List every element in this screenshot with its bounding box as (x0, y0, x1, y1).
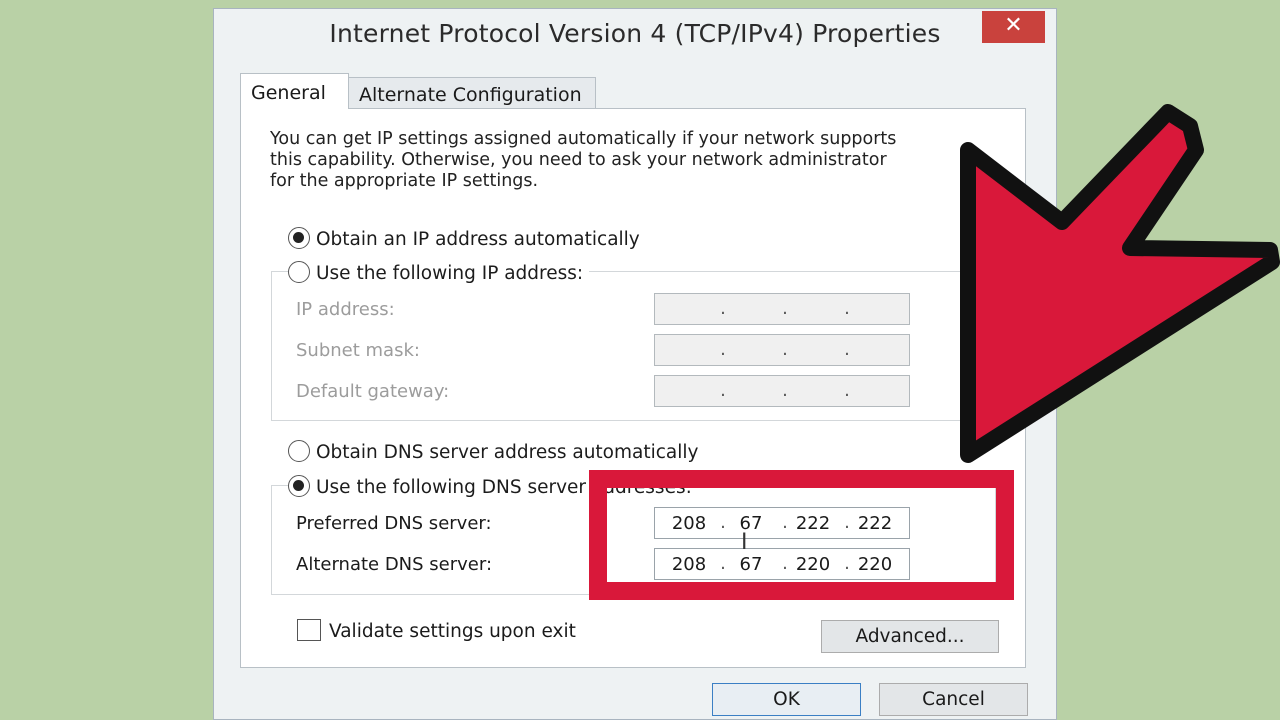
preferred-dns-label: Preferred DNS server: (296, 513, 492, 534)
ok-button[interactable]: OK (712, 683, 861, 716)
validate-settings-checkbox[interactable]: Validate settings upon exit (297, 619, 576, 642)
obtain-ip-auto-label: Obtain an IP address automatically (316, 229, 640, 250)
close-icon: ✕ (1004, 13, 1023, 38)
use-following-ip-label: Use the following IP address: (316, 263, 584, 284)
obtain-dns-auto-label: Obtain DNS server address automatically (316, 442, 699, 463)
use-following-ip-radio[interactable]: Use the following IP address: (288, 261, 590, 284)
ip-address-label: IP address: (296, 299, 395, 320)
close-button[interactable]: ✕ (982, 11, 1045, 43)
intro-text: You can get IP settings assigned automat… (270, 129, 897, 191)
radio-unselected-icon (288, 440, 310, 462)
tab-alternate-configuration[interactable]: Alternate Configuration (348, 77, 596, 110)
radio-unselected-icon (288, 261, 310, 283)
radio-selected-icon (288, 227, 310, 249)
text-cursor-icon: I (741, 530, 748, 555)
validate-settings-label: Validate settings upon exit (329, 621, 576, 642)
dns-highlight-box (589, 470, 1014, 600)
radio-selected-icon (288, 475, 310, 497)
alternate-dns-label: Alternate DNS server: (296, 554, 493, 575)
obtain-ip-auto-radio[interactable]: Obtain an IP address automatically (288, 227, 640, 250)
subnet-mask-label: Subnet mask: (296, 340, 420, 361)
checkbox-unchecked-icon (297, 619, 321, 641)
window-title: Internet Protocol Version 4 (TCP/IPv4) P… (329, 19, 941, 48)
ip-address-field[interactable]: . . . (654, 293, 910, 325)
tab-general[interactable]: General (240, 73, 349, 109)
advanced-button[interactable]: Advanced... (821, 620, 999, 653)
default-gateway-label: Default gateway: (296, 381, 450, 402)
cancel-button[interactable]: Cancel (879, 683, 1028, 716)
default-gateway-field[interactable]: . . . (654, 375, 910, 407)
title-bar: Internet Protocol Version 4 (TCP/IPv4) P… (214, 9, 1056, 57)
tcpip-properties-dialog: Internet Protocol Version 4 (TCP/IPv4) P… (213, 8, 1057, 720)
subnet-mask-field[interactable]: . . . (654, 334, 910, 366)
obtain-dns-auto-radio[interactable]: Obtain DNS server address automatically (288, 440, 698, 463)
